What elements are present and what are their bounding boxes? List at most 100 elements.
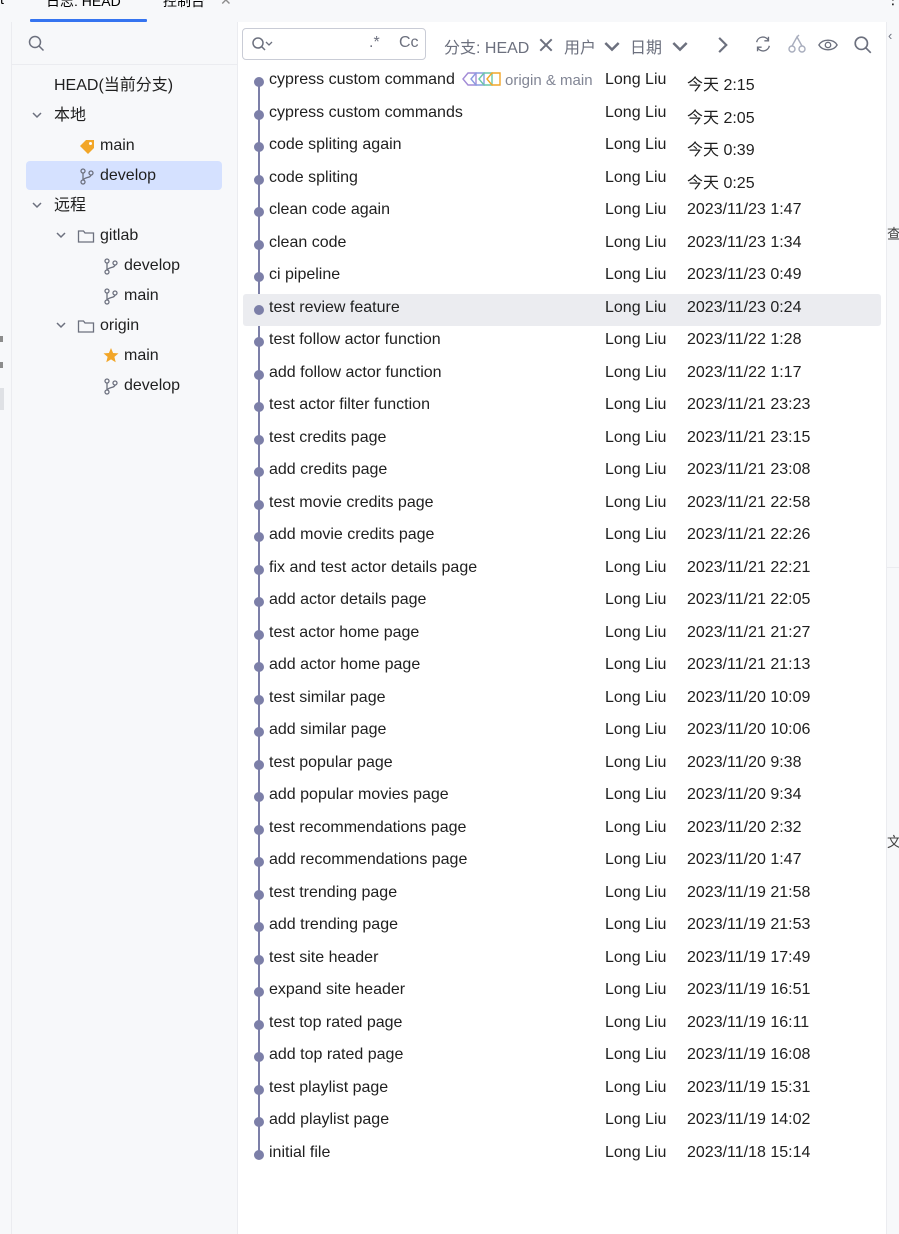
commit-row[interactable]: code spliting Long Liu 今天 0:25 — [238, 164, 886, 197]
commit-row[interactable]: add popular movies page Long Liu 2023/11/2… — [238, 781, 886, 814]
commit-message: add similar page — [269, 721, 387, 738]
chevron-down-icon[interactable] — [54, 231, 68, 241]
commit-row[interactable]: test similar page Long Liu 2023/11/20 10:0… — [238, 684, 886, 717]
commit-row[interactable]: code spliting again Long Liu 今天 0:39 — [238, 131, 886, 164]
commit-date: 2023/11/21 22:05 — [687, 591, 811, 608]
commit-row[interactable]: test actor home page Long Liu 2023/11/21 2… — [238, 619, 886, 652]
commit-message: initial file — [269, 1143, 331, 1161]
refresh-icon[interactable] — [753, 34, 773, 54]
cherry-pick-icon[interactable] — [787, 34, 807, 54]
commit-date: 2023/11/21 23:23 — [687, 396, 811, 413]
commit-row[interactable]: add credits page Long Liu 2023/11/21 23:08 — [238, 456, 886, 489]
commit-message: ci pipeline — [269, 266, 341, 283]
commit-filter-input[interactable] — [277, 34, 367, 56]
details-strip-label[interactable]: 查 — [887, 224, 899, 244]
commit-author: Long Liu — [605, 428, 667, 446]
commit-date: 2023/11/20 10:06 — [687, 721, 811, 738]
commit-row[interactable]: expand site header Long Liu 2023/11/19 16:… — [238, 976, 886, 1009]
commit-row[interactable]: initial file Long Liu 2023/11/18 15:14 — [238, 1139, 886, 1172]
commit-author: Long Liu — [605, 201, 667, 218]
commit-node — [254, 922, 264, 932]
commit-row[interactable]: add similar page Long Liu 2023/11/20 10:06 — [238, 716, 886, 749]
commit-node — [254, 499, 264, 510]
eye-icon[interactable] — [818, 35, 838, 55]
regex-toggle[interactable]: .* — [369, 34, 380, 52]
commit-author: Long Liu — [605, 1143, 667, 1161]
commit-row[interactable]: cypress custom commands origin & main Long… — [238, 66, 886, 99]
match-case-toggle[interactable]: Cc — [399, 34, 419, 52]
search-history-icon[interactable] — [251, 36, 273, 52]
chevron-down-icon[interactable] — [670, 38, 690, 58]
commit-message: test playlist page — [269, 1078, 389, 1096]
commit-row[interactable]: ci pipeline Long Liu 2023/11/23 0:49 — [238, 261, 886, 294]
commit-row[interactable]: test review feature Long Liu 2023/11/23 0:… — [243, 293, 881, 326]
commit-date: 2023/11/19 16:08 — [687, 1046, 811, 1063]
commit-row[interactable]: add actor home page Long Liu 2023/11/21 21… — [238, 651, 886, 684]
commit-node — [254, 109, 264, 120]
commit-row[interactable]: test recommendations page Long Liu 2023/11… — [238, 814, 886, 847]
commit-author: Long Liu — [605, 558, 667, 576]
commit-row[interactable]: add follow actor function Long Liu 2023/11… — [238, 359, 886, 392]
commit-row[interactable]: test actor filter function Long Liu 2023/1… — [238, 391, 886, 424]
commit-row[interactable]: test site header Long Liu 2023/11/19 17:49 — [238, 944, 886, 977]
commit-row[interactable]: clean code again Long Liu 2023/11/23 1:47 — [238, 196, 886, 229]
branch-label: main — [124, 347, 159, 364]
ref-labels[interactable]: origin & main — [462, 71, 593, 89]
branch-search-bar[interactable] — [12, 22, 237, 65]
commit-row[interactable]: test follow actor function Long Liu 2023/1… — [238, 326, 886, 359]
commit-author: Long Liu — [605, 883, 667, 901]
date-filter[interactable]: 日期 — [630, 34, 662, 58]
chevron-down-icon[interactable] — [30, 201, 44, 211]
tab-fragment-left[interactable]: t — [0, 0, 4, 7]
commit-message: fix and test actor details page — [269, 558, 478, 576]
tab-log-head[interactable]: 日志: HEAD — [46, 0, 121, 11]
more-options-icon[interactable]: ⋮ — [886, 0, 899, 8]
commit-node — [254, 759, 264, 770]
commit-date: 2023/11/22 1:28 — [687, 331, 802, 348]
strip-active-marker[interactable] — [0, 388, 4, 410]
commit-message: test site header — [269, 948, 379, 966]
commit-row[interactable]: add top rated page Long Liu 2023/11/19 16:… — [238, 1041, 886, 1074]
chevron-down-icon[interactable] — [602, 38, 622, 58]
commit-author: Long Liu — [605, 461, 667, 478]
commit-author: Long Liu — [605, 331, 667, 348]
chevron-down-icon[interactable] — [54, 321, 68, 331]
commit-row[interactable]: test movie credits page Long Liu 2023/11/2… — [238, 489, 886, 522]
commit-row[interactable]: test popular page Long Liu 2023/11/20 9:38 — [238, 749, 886, 782]
commit-row[interactable]: add actor details page Long Liu 2023/11/21… — [238, 586, 886, 619]
commit-row[interactable]: test top rated page Long Liu 2023/11/19 16… — [238, 1009, 886, 1042]
commit-row[interactable]: add playlist page Long Liu 2023/11/19 14:0… — [238, 1106, 886, 1139]
tool-window-tab-bar: t 日志: HEAD 控制台 ✕ ⋮ — [0, 0, 899, 23]
branch-filter[interactable]: 分支: HEAD — [444, 34, 529, 58]
commit-row[interactable]: cypress custom commands Long Liu 今天 2:05 — [238, 99, 886, 132]
commit-message: test trending page — [269, 883, 398, 901]
commit-date: 2023/11/21 23:08 — [687, 461, 811, 478]
branch-search-input[interactable] — [52, 30, 226, 56]
commit-row[interactable]: test credits page Long Liu 2023/11/21 23:1… — [238, 424, 886, 457]
commit-row[interactable]: clean code Long Liu 2023/11/23 1:34 — [238, 229, 886, 262]
close-icon[interactable] — [536, 35, 556, 55]
commit-row[interactable]: test playlist page Long Liu 2023/11/19 15:… — [238, 1074, 886, 1107]
commit-message: expand site header — [269, 981, 406, 998]
strip-divider — [887, 567, 899, 568]
tab-console[interactable]: 控制台 — [163, 0, 205, 11]
search-icon[interactable] — [853, 35, 873, 55]
files-strip-label[interactable]: 文 — [887, 832, 899, 852]
chevron-right-icon[interactable] — [712, 35, 732, 55]
ref-label-text: origin & main — [505, 72, 593, 89]
commit-row[interactable]: add movie credits page Long Liu 2023/11/21… — [238, 521, 886, 554]
strip-arrow-icon[interactable]: ‹ — [888, 28, 892, 43]
commit-author: Long Liu — [605, 753, 667, 771]
commit-message: test popular page — [269, 753, 393, 771]
commit-row[interactable]: test trending page Long Liu 2023/11/19 21:… — [238, 879, 886, 912]
close-tab-icon[interactable]: ✕ — [220, 0, 232, 9]
strip-marker — [0, 336, 3, 342]
chevron-down-icon[interactable] — [30, 111, 44, 121]
commit-row[interactable]: add trending page Long Liu 2023/11/19 21:5… — [238, 911, 886, 944]
commit-row[interactable]: add recommendations page Long Liu 2023/11/… — [238, 846, 886, 879]
commit-author: Long Liu — [605, 1078, 667, 1096]
user-filter[interactable]: 用户 — [564, 34, 596, 58]
commit-row[interactable]: fix and test actor details page Long Liu 2… — [238, 554, 886, 587]
text-filter-field[interactable]: .* Cc — [242, 28, 426, 60]
right-tool-strip: ‹ 查 文 — [886, 22, 899, 1234]
